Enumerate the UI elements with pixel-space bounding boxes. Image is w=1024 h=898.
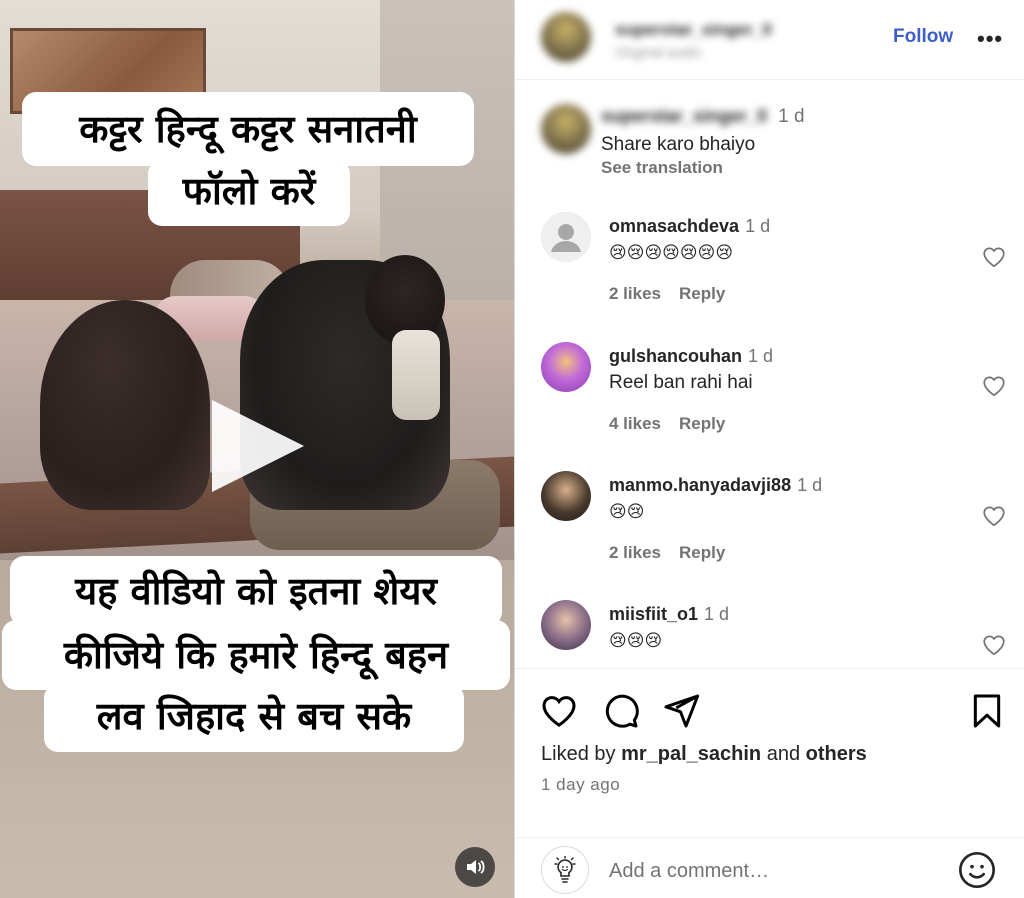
comment-time: 1 d — [745, 216, 771, 236]
smiley-emoji-icon[interactable] — [957, 850, 997, 890]
emoji-picker-button[interactable] — [541, 846, 589, 894]
video-player[interactable]: कट्टर हिन्दू कट्टर सनातनी फॉलो करें यह व… — [0, 0, 514, 898]
caption-username[interactable]: superstar_singer_0 — [601, 106, 767, 126]
post-header: superstar_singer_0 Original audio Follow… — [515, 0, 1024, 80]
like-comment-heart-icon[interactable] — [981, 632, 1007, 658]
post-side-panel: superstar_singer_0 Original audio Follow… — [514, 0, 1024, 898]
add-comment-bar — [515, 837, 1024, 898]
default-user-icon — [541, 212, 591, 262]
avatar[interactable] — [541, 342, 591, 392]
reply-button[interactable]: Reply — [679, 414, 725, 433]
audio-subtitle[interactable]: Original audio — [615, 44, 701, 60]
add-comment-input[interactable] — [609, 856, 939, 886]
like-comment-heart-icon[interactable] — [981, 373, 1007, 399]
liked-by-prefix: Liked by — [541, 743, 616, 765]
like-comment-heart-icon[interactable] — [981, 244, 1007, 270]
comment-meta: 4 likes Reply — [609, 414, 743, 434]
comment-username[interactable]: miisfiit_o1 — [609, 604, 698, 624]
comment-bubble-icon[interactable] — [601, 691, 641, 731]
liked-by-line: Liked by mr_pal_sachin and others — [541, 743, 867, 766]
like-heart-icon[interactable] — [539, 691, 579, 731]
caption-username-row: superstar_singer_0 1 d — [601, 106, 805, 128]
post-timestamp[interactable]: 1 day ago — [541, 775, 620, 795]
comment-username[interactable]: manmo.hanyadavji88 — [609, 475, 791, 495]
liked-by-and: and — [766, 743, 801, 765]
author-avatar[interactable] — [541, 104, 591, 154]
comment-username-row: miisfiit_o1 1 d — [609, 604, 729, 625]
video-caption-bottom-line-2: कीजिये कि हमारे हिन्दू बहन — [2, 620, 510, 690]
comment-meta: 2 likes Reply — [609, 543, 743, 563]
speaker-icon — [467, 860, 485, 874]
video-caption-bottom-line-3: लव जिहाद से बच सके — [44, 684, 464, 752]
comment-likes-count[interactable]: 2 likes — [609, 543, 661, 562]
comment-likes-count[interactable]: 2 likes — [609, 284, 661, 303]
caption-time: 1 d — [778, 106, 805, 127]
mute-toggle-button[interactable] — [455, 847, 495, 887]
liked-by-user[interactable]: mr_pal_sachin — [621, 743, 761, 765]
instagram-post-view: कट्टर हिन्दू कट्टर सनातनी फॉलो करें यह व… — [0, 0, 1024, 898]
avatar[interactable] — [541, 471, 591, 521]
more-options-icon[interactable]: ••• — [977, 26, 1003, 52]
lightbulb-face-icon — [554, 856, 576, 883]
video-scene-person-left — [40, 300, 210, 510]
comment-time: 1 d — [704, 604, 730, 624]
author-avatar[interactable] — [541, 12, 591, 62]
save-bookmark-icon[interactable] — [967, 691, 1007, 731]
video-scene-towel — [392, 330, 440, 420]
comment-username-row: omnasachdeva 1 d — [609, 216, 770, 237]
reply-button[interactable]: Reply — [679, 284, 725, 303]
video-caption-top-line-1: कट्टर हिन्दू कट्टर सनातनी — [22, 92, 474, 166]
comment-text: 😢😢😢 — [609, 631, 663, 650]
comment-username[interactable]: gulshancouhan — [609, 346, 742, 366]
avatar[interactable] — [541, 600, 591, 650]
comment-username[interactable]: omnasachdeva — [609, 216, 739, 236]
author-username[interactable]: superstar_singer_0 — [615, 20, 772, 40]
follow-button[interactable]: Follow — [893, 26, 953, 48]
see-translation-link[interactable]: See translation — [601, 158, 723, 178]
avatar[interactable] — [541, 212, 591, 262]
comment-text: Reel ban rahi hai — [609, 372, 753, 393]
comment-time: 1 d — [748, 346, 774, 366]
reply-button[interactable]: Reply — [679, 543, 725, 562]
comment-time: 1 d — [797, 475, 823, 495]
comment-username-row: manmo.hanyadavji88 1 d — [609, 475, 822, 496]
share-paper-plane-icon[interactable] — [661, 691, 701, 731]
video-caption-top-line-2: फॉलो करें — [148, 160, 350, 226]
comment-text: 😢😢😢😢😢😢😢 — [609, 243, 734, 262]
comment-meta: 2 likes Reply — [609, 284, 743, 304]
caption-text: Share karo bhaiyo — [601, 134, 756, 155]
like-comment-heart-icon[interactable] — [981, 503, 1007, 529]
comment-username-row: gulshancouhan 1 d — [609, 346, 773, 367]
post-actions: Liked by mr_pal_sachin and others 1 day … — [515, 668, 1024, 898]
video-caption-bottom-line-1: यह वीडियो को इतना शेयर — [10, 556, 502, 626]
comment-likes-count[interactable]: 4 likes — [609, 414, 661, 433]
liked-by-others[interactable]: others — [806, 743, 867, 765]
comment-text: 😢😢 — [609, 502, 645, 521]
play-icon[interactable] — [212, 400, 304, 492]
